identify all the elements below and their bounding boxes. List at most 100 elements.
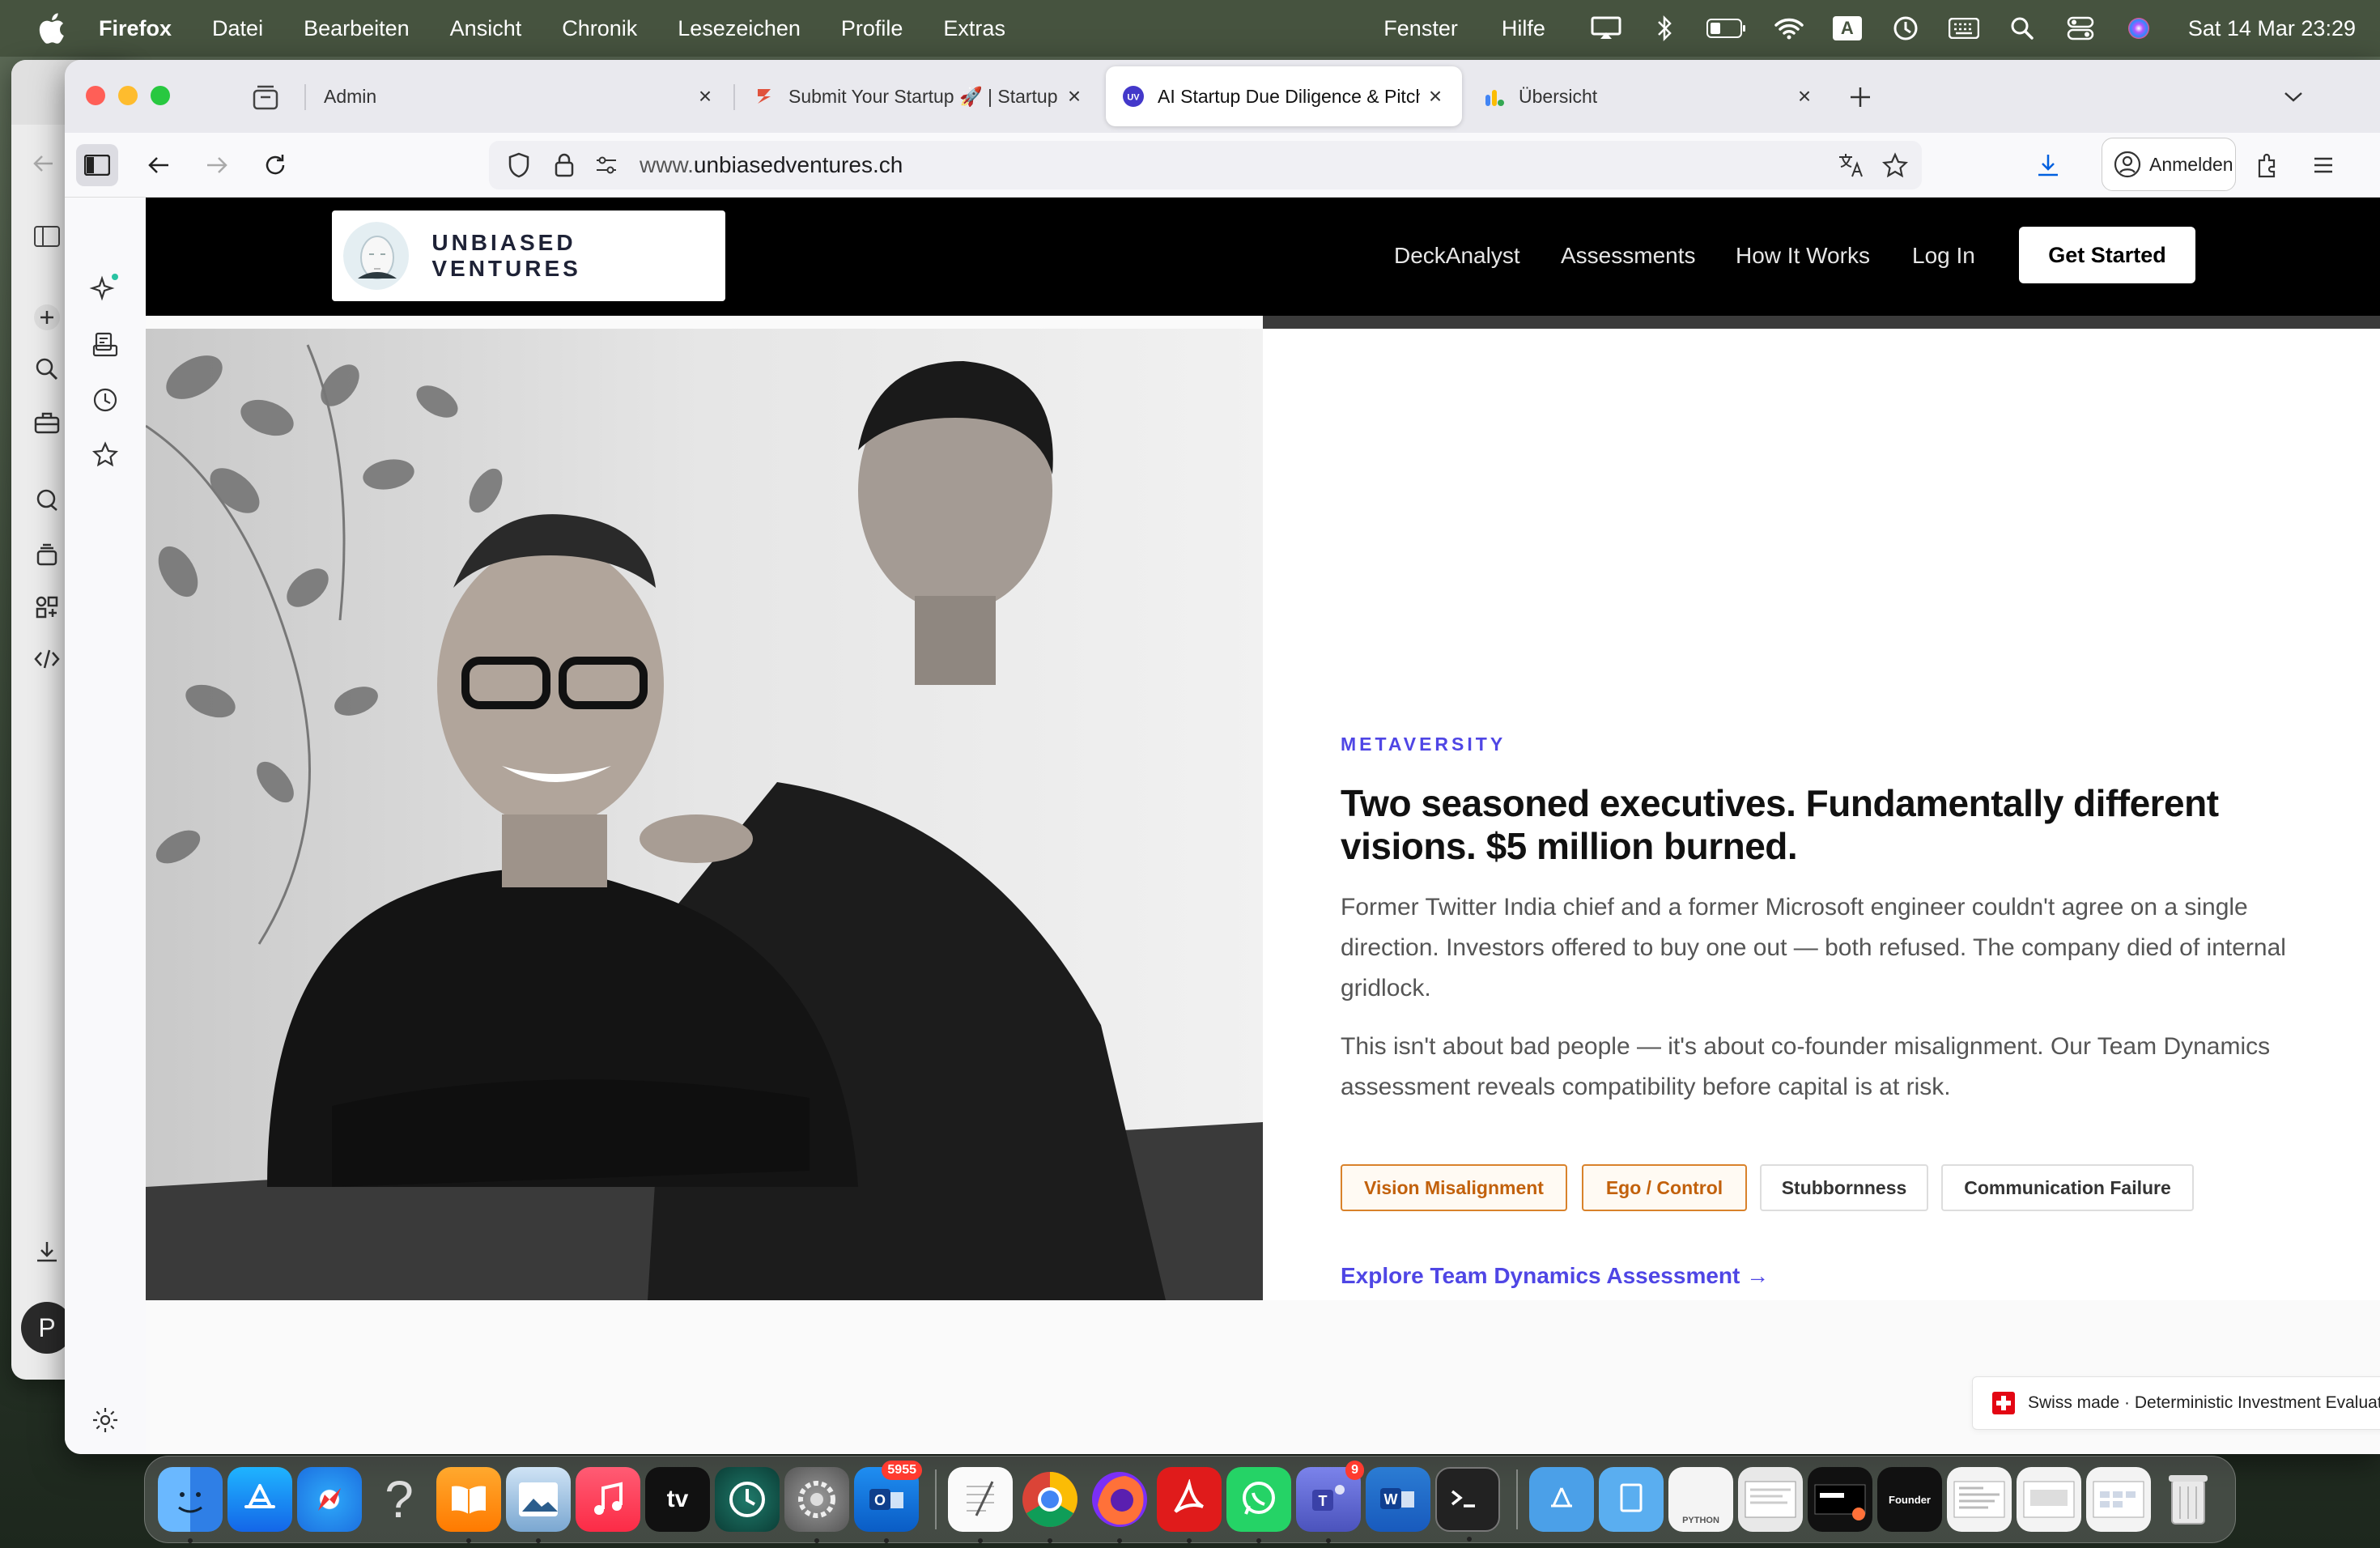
sidebar-toggle-button[interactable] — [76, 144, 118, 186]
menu-bearbeiten[interactable]: Bearbeiten — [304, 16, 410, 41]
dock-stack-screenshot-2-icon[interactable] — [1808, 1467, 1872, 1532]
dock-stack-screenshot-1-icon[interactable] — [1738, 1467, 1803, 1532]
app-menu-button[interactable] — [2302, 144, 2344, 186]
forward-button[interactable] — [196, 144, 238, 186]
extensions-button[interactable] — [2246, 144, 2288, 186]
site-logo[interactable]: UNBIASED VENTURES — [332, 211, 725, 301]
minimize-window-button[interactable] — [118, 86, 138, 105]
dock-tips-icon[interactable]: ? — [367, 1467, 431, 1532]
menu-clock[interactable]: Sat 14 Mar 23:29 — [2188, 16, 2356, 41]
menu-ansicht[interactable]: Ansicht — [450, 16, 522, 41]
menu-datei[interactable]: Datei — [212, 16, 263, 41]
ai-chatbot-icon[interactable] — [87, 270, 123, 306]
nav-how-it-works[interactable]: How It Works — [1736, 243, 1870, 269]
dock-stack-screenshot-3-icon[interactable] — [1947, 1467, 2012, 1532]
dock-preview-icon[interactable] — [506, 1467, 571, 1543]
download-icon[interactable] — [32, 1237, 62, 1266]
tab-ubersicht[interactable]: Übersicht × — [1467, 66, 1831, 126]
dock-stack-founder-icon[interactable]: Founder — [1877, 1467, 1942, 1532]
back-button[interactable] — [138, 144, 180, 186]
explore-assessment-link[interactable]: Explore Team Dynamics Assessment → — [1341, 1263, 1769, 1289]
menu-fenster[interactable]: Fenster — [1383, 16, 1458, 41]
dock-terminal-icon[interactable] — [1435, 1467, 1500, 1542]
translate-icon[interactable] — [1838, 151, 1865, 179]
dock-stack-screenshot-4-icon[interactable] — [2017, 1467, 2081, 1532]
apple-icon[interactable] — [37, 12, 70, 45]
control-center-icon[interactable] — [2063, 11, 2097, 45]
dock-system-settings-icon[interactable] — [784, 1467, 849, 1543]
dock-outlook-icon[interactable]: O 5955 — [854, 1461, 922, 1543]
zoom-window-button[interactable] — [151, 86, 170, 105]
dock-app-store-icon[interactable] — [227, 1467, 292, 1532]
list-all-tabs-icon[interactable] — [2281, 84, 2310, 113]
dock-finder-icon[interactable] — [158, 1467, 223, 1543]
close-window-button[interactable] — [86, 86, 105, 105]
dock-teams-icon[interactable]: T 9 — [1296, 1461, 1364, 1543]
new-tab-plus-icon[interactable] — [1846, 83, 1875, 112]
shield-icon[interactable] — [505, 151, 533, 179]
tab-ai-startup[interactable]: UV AI Startup Due Diligence & Pitch × — [1106, 66, 1462, 126]
url-text[interactable]: www.unbiasedventures.ch — [640, 152, 1821, 178]
new-tab-icon[interactable] — [32, 303, 62, 332]
dock-books-icon[interactable] — [436, 1467, 501, 1543]
dock-whatsapp-icon[interactable] — [1226, 1467, 1291, 1543]
get-started-button[interactable]: Get Started — [2019, 227, 2195, 283]
menu-app-name[interactable]: Firefox — [99, 16, 172, 41]
spotlight-icon[interactable] — [2005, 11, 2039, 45]
nav-assessments[interactable]: Assessments — [1561, 243, 1696, 269]
dock-python-file-icon[interactable]: PYTHON — [1668, 1467, 1733, 1532]
sidebar-toggle-icon[interactable] — [32, 222, 62, 251]
tab-submit-startup[interactable]: Submit Your Startup 🚀 | Startup × — [737, 66, 1101, 126]
menu-hilfe[interactable]: Hilfe — [1502, 16, 1545, 41]
dock-word-icon[interactable]: W — [1366, 1467, 1430, 1532]
stack-icon[interactable] — [32, 541, 62, 570]
lock-icon[interactable] — [550, 151, 578, 179]
url-bar[interactable]: www.unbiasedventures.ch — [489, 141, 1922, 189]
dock-music-icon[interactable] — [576, 1467, 640, 1532]
history-icon[interactable] — [87, 382, 123, 418]
battery-icon[interactable] — [1706, 11, 1748, 45]
airplay-icon[interactable] — [1589, 11, 1623, 45]
back-arrow-icon[interactable] — [29, 149, 58, 178]
dock-trash-icon[interactable] — [2156, 1467, 2221, 1532]
bookmarks-icon[interactable] — [87, 437, 123, 473]
sign-in-button[interactable]: Anmelden — [2102, 138, 2236, 191]
keyboard-icon[interactable] — [1947, 11, 1981, 45]
synced-tabs-icon[interactable] — [87, 327, 123, 363]
menu-extras[interactable]: Extras — [943, 16, 1005, 41]
menu-lesezeichen[interactable]: Lesezeichen — [678, 16, 801, 41]
dock-stack-screenshot-5-icon[interactable] — [2086, 1467, 2151, 1532]
time-machine-icon[interactable] — [1889, 11, 1923, 45]
dock-textedit-icon[interactable] — [948, 1467, 1013, 1543]
dock-applications-folder-icon[interactable] — [1529, 1467, 1594, 1532]
dock-time-machine-icon[interactable] — [715, 1467, 780, 1532]
page-settings-icon[interactable] — [593, 151, 620, 179]
close-tab-icon[interactable]: × — [1064, 83, 1085, 109]
search-icon[interactable] — [32, 355, 62, 384]
customize-sidebar-icon[interactable] — [87, 1402, 123, 1438]
close-tab-icon[interactable]: × — [695, 83, 716, 109]
tab-groups-icon[interactable] — [251, 83, 280, 112]
toolbox-icon[interactable] — [32, 408, 62, 437]
apps-grid-icon[interactable] — [32, 593, 62, 622]
chat-icon[interactable] — [32, 486, 62, 515]
dock-documents-folder-icon[interactable] — [1599, 1467, 1664, 1532]
dock-chrome-icon[interactable] — [1018, 1467, 1082, 1543]
menu-chronik[interactable]: Chronik — [562, 16, 637, 41]
tab-admin[interactable]: Admin × — [308, 66, 732, 126]
dock-acrobat-icon[interactable] — [1157, 1467, 1222, 1543]
code-icon[interactable] — [32, 644, 62, 674]
bookmark-star-icon[interactable] — [1881, 151, 1909, 179]
downloads-button[interactable] — [2027, 144, 2069, 186]
dock-firefox-icon[interactable] — [1087, 1467, 1152, 1543]
reload-button[interactable] — [254, 144, 296, 186]
siri-icon[interactable] — [2122, 11, 2156, 45]
nav-log-in[interactable]: Log In — [1912, 243, 1975, 269]
dock-apple-tv-icon[interactable]: tv — [645, 1467, 710, 1532]
menu-profile[interactable]: Profile — [841, 16, 903, 41]
close-tab-icon[interactable]: × — [1425, 83, 1446, 109]
input-source-icon[interactable]: A — [1830, 11, 1864, 45]
bluetooth-icon[interactable] — [1647, 11, 1681, 45]
nav-deckanalyst[interactable]: DeckAnalyst — [1394, 243, 1520, 269]
dock-safari-icon[interactable] — [297, 1467, 362, 1532]
